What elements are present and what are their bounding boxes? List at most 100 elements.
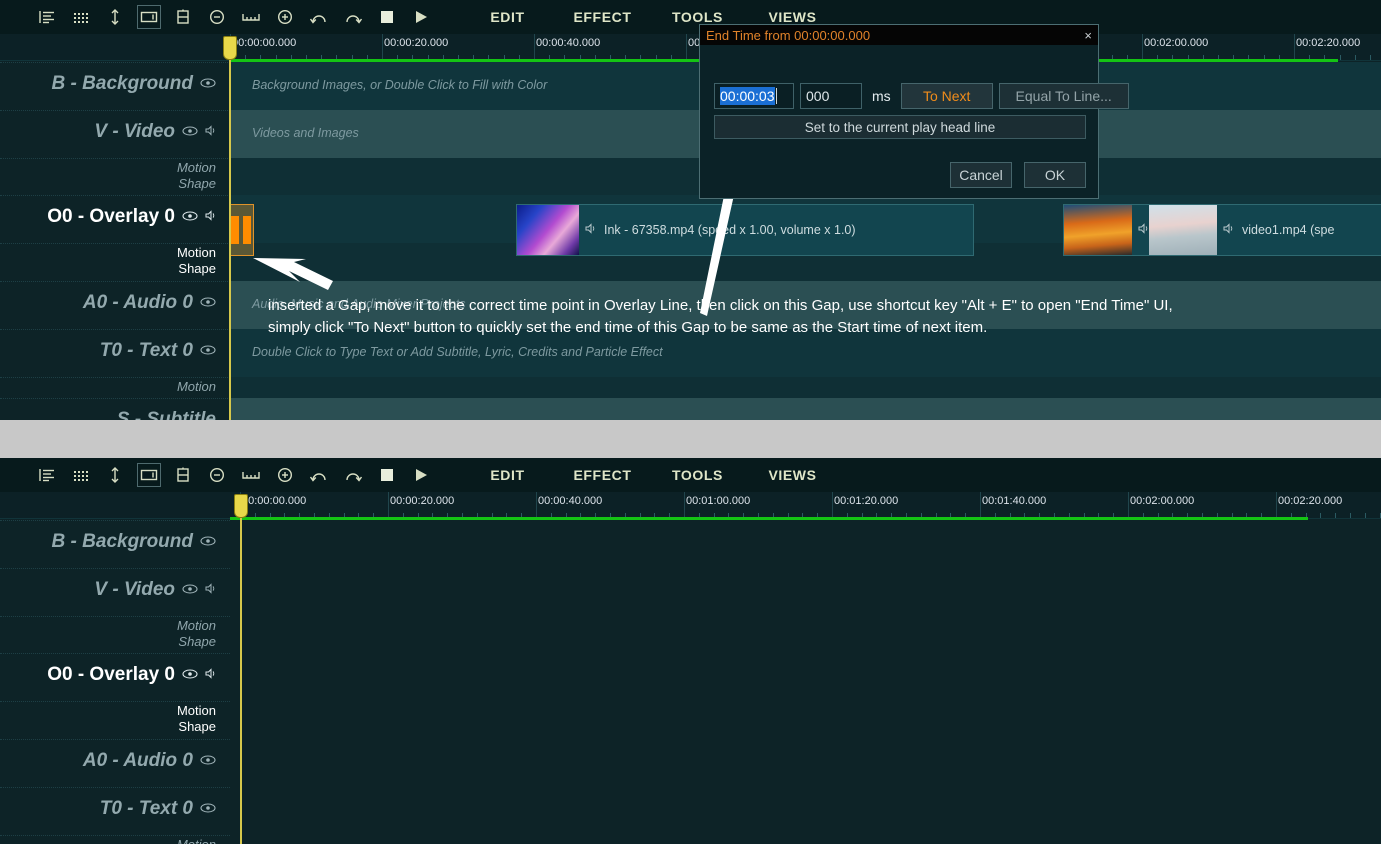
track-label-text: T0 - Text 0 <box>99 797 193 819</box>
ms-unit-label: ms <box>872 88 891 104</box>
track-label-column: B - Background V - Video Motion Shape O0 - O… <box>0 520 230 844</box>
end-time-value: 00:00:03 <box>720 87 775 105</box>
track-label-text: V - Video <box>94 579 175 600</box>
menu-tools[interactable]: TOOLS <box>650 467 745 483</box>
zoom-in-icon[interactable] <box>268 458 302 492</box>
undo-icon[interactable] <box>302 458 336 492</box>
to-next-button[interactable]: To Next <box>900 83 993 109</box>
track-sublabel[interactable]: Motion Shape <box>177 618 216 650</box>
menu-edit[interactable]: EDIT <box>460 467 555 483</box>
ruler-label: 00:00:00.000 <box>242 495 307 507</box>
milliseconds-input[interactable]: 000 <box>800 83 862 109</box>
close-icon[interactable]: × <box>1084 28 1092 43</box>
render-progress-bar <box>230 517 1308 520</box>
eye-icon[interactable] <box>182 581 198 599</box>
ruler-label: 00:01:00.000 <box>686 495 751 507</box>
eye-icon <box>200 803 216 813</box>
playhead-marker[interactable] <box>234 494 248 518</box>
track-divider <box>0 738 230 740</box>
ruler-minor-tick <box>1364 513 1366 518</box>
sublabel-motion[interactable]: Motion <box>177 837 216 844</box>
eye-icon[interactable] <box>182 666 198 684</box>
speaker-icon[interactable] <box>205 666 216 684</box>
ok-button[interactable]: OK <box>1024 162 1086 188</box>
ruler-icon[interactable] <box>234 458 268 492</box>
ruler-tick <box>388 492 389 518</box>
text-caret <box>775 88 777 104</box>
equal-to-line-button[interactable]: Equal To Line... <box>998 83 1129 109</box>
track-label-text: A0 - Audio 0 <box>82 749 193 771</box>
ruler-tick <box>1128 492 1129 518</box>
ruler-label: 00:01:20.000 <box>834 495 899 507</box>
track-label-t0-text-0[interactable]: T0 - Text 0 <box>100 798 216 820</box>
dialog-title: End Time from 00:00:00.000 <box>706 27 871 43</box>
zoom-out-icon[interactable] <box>200 458 234 492</box>
track-divider <box>0 701 230 703</box>
dialog-title-bar: End Time from 00:00:00.000 × <box>700 25 1098 45</box>
vertical-resize-icon[interactable] <box>98 458 132 492</box>
timeline-panel-bottom: EDIT EFFECT TOOLS VIEWS 00:00:00.000 00:00:2… <box>0 458 1381 844</box>
ruler-tick <box>684 492 685 518</box>
split-clip-icon[interactable] <box>166 458 200 492</box>
track-label-a0-audio-0[interactable]: A0 - Audio 0 <box>83 750 216 772</box>
ruler-minor-tick <box>1335 513 1337 518</box>
menu-views[interactable]: VIEWS <box>745 467 840 483</box>
eye-icon[interactable] <box>200 752 216 770</box>
stop-icon[interactable] <box>370 458 404 492</box>
track-divider <box>0 653 230 655</box>
speaker-icon[interactable] <box>205 581 216 599</box>
speaker-icon <box>205 668 215 680</box>
menu-effect[interactable]: EFFECT <box>555 467 650 483</box>
play-icon[interactable] <box>404 458 438 492</box>
align-list-icon[interactable] <box>30 458 64 492</box>
eye-icon <box>182 669 198 679</box>
ruler-ticks: 00:00:00.000 00:00:20.000 00:00:40.000 00:0… <box>230 492 1381 518</box>
panel-separator <box>0 420 1381 458</box>
end-time-input[interactable]: 00:00:03 <box>714 83 794 109</box>
track-label-text: O0 - Overlay 0 <box>47 664 175 686</box>
sublabel-motion[interactable]: Motion <box>177 703 216 719</box>
track-label-o0-overlay-0[interactable]: O0 - Overlay 0 <box>47 664 216 686</box>
ruler-tick <box>980 492 981 518</box>
track-sublabel[interactable]: Motion <box>177 837 216 844</box>
eye-icon[interactable] <box>200 533 216 551</box>
ruler-tick <box>1276 492 1277 518</box>
eye-icon[interactable] <box>200 800 216 818</box>
sublabel-shape[interactable]: Shape <box>177 634 216 650</box>
eye-icon <box>200 755 216 765</box>
sublabel-shape[interactable]: Shape <box>177 719 216 735</box>
ruler-label: 00:00:20.000 <box>390 495 455 507</box>
toolbar-bottom: EDIT EFFECT TOOLS VIEWS <box>0 458 1381 492</box>
eye-icon <box>182 584 198 594</box>
redo-icon[interactable] <box>336 458 370 492</box>
track-label-b-background[interactable]: B - Background <box>52 531 216 553</box>
timeline-ruler-bottom[interactable]: 00:00:00.000 00:00:20.000 00:00:40.000 00:0… <box>0 492 1381 519</box>
ruler-label: 00:00:40.000 <box>538 495 603 507</box>
speaker-icon <box>205 583 215 594</box>
track-divider <box>0 616 230 617</box>
end-time-dialog[interactable]: End Time from 00:00:00.000 × 00:00:03 00… <box>699 24 1129 199</box>
ruler-tick <box>536 492 537 518</box>
ruler-minor-tick <box>1320 513 1322 518</box>
grid-icon[interactable] <box>64 458 98 492</box>
track-label-v-video[interactable]: V - Video <box>94 579 216 601</box>
cancel-button[interactable]: Cancel <box>950 162 1012 188</box>
sublabel-motion[interactable]: Motion <box>177 618 216 634</box>
track-label-text: B - Background <box>51 531 193 552</box>
rectangle-select-icon[interactable] <box>132 458 166 492</box>
annotation-arrows <box>253 76 764 316</box>
track-divider <box>0 520 230 521</box>
milliseconds-value: 000 <box>806 88 830 104</box>
eye-icon <box>200 536 216 546</box>
set-to-playhead-button[interactable]: Set to the current play head line <box>714 115 1086 139</box>
track-sublabel[interactable]: Motion Shape <box>177 703 216 735</box>
ruler-minor-tick <box>1379 513 1381 518</box>
dialog-footer: Cancel OK <box>950 162 1086 188</box>
ruler-tick <box>832 492 833 518</box>
ruler-label: 00:02:00.000 <box>1130 495 1195 507</box>
toolbar-icon-group <box>30 458 438 492</box>
ruler-label: 00:01:40.000 <box>982 495 1047 507</box>
dialog-input-row: 00:00:03 000 ms To Next Equal To Line... <box>714 83 1129 109</box>
ruler-minor-tick <box>1350 513 1351 518</box>
track-divider <box>0 786 230 788</box>
